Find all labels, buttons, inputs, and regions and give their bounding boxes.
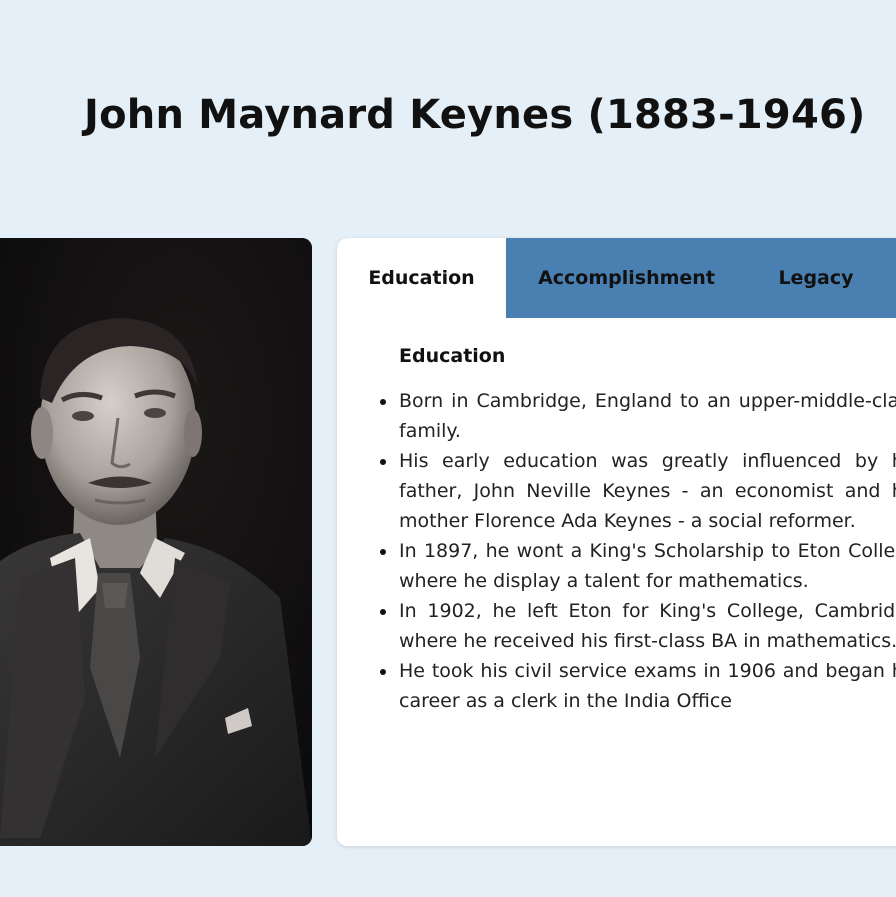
- tab-education[interactable]: Education: [337, 238, 506, 318]
- page: John Maynard Keynes (1883-1946) Educatio…: [0, 0, 896, 897]
- bullet-list: Born in Cambridge, England to an upper-m…: [380, 386, 896, 716]
- page-title: John Maynard Keynes (1883-1946): [84, 92, 866, 138]
- portrait-photo-icon: [0, 238, 312, 846]
- tab-accomplishment[interactable]: Accomplishment: [506, 238, 747, 318]
- list-item: He took his civil service exams in 1906 …: [380, 656, 896, 716]
- list-item: His early education was greatly influenc…: [380, 446, 896, 536]
- tab-bar: Education Accomplishment Legacy: [337, 238, 896, 318]
- content-card: Education Accomplishment Legacy Educatio…: [337, 238, 896, 846]
- list-item: Born in Cambridge, England to an upper-m…: [380, 386, 896, 446]
- portrait-image: [0, 238, 312, 846]
- tab-legacy[interactable]: Legacy: [747, 238, 885, 318]
- section-heading: Education: [399, 345, 506, 367]
- list-item: In 1897, he wont a King's Scholarship to…: [380, 536, 896, 596]
- list-item: In 1902, he left Eton for King's College…: [380, 596, 896, 656]
